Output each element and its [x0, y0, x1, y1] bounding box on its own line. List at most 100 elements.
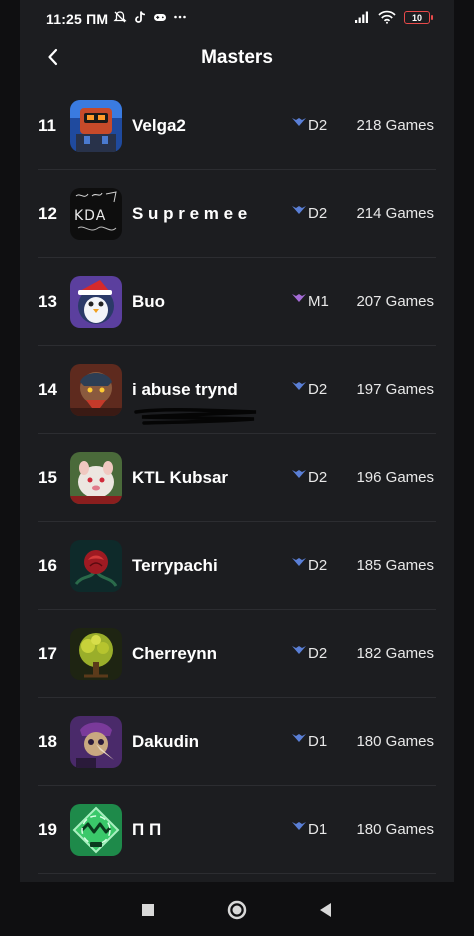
player-name: KTL Kubsar	[132, 468, 229, 487]
player-rank: 14	[38, 380, 57, 399]
player-row[interactable]: 18 Dakudin D1 180 Games	[0, 698, 474, 786]
player-row[interactable]: 19 П П D1 180 Games	[0, 786, 474, 874]
games-count: 214 Games	[356, 205, 434, 222]
player-rank: 15	[38, 468, 57, 487]
header: Masters	[0, 38, 474, 80]
player-name: Terrypachi	[132, 556, 218, 575]
signal-icon	[355, 11, 368, 23]
player-avatar	[70, 276, 122, 328]
svg-text:KDA: KDA	[74, 208, 106, 224]
player-rank: 12	[38, 204, 57, 223]
diamond-rank-icon	[292, 822, 306, 830]
player-tier: D2	[292, 117, 327, 134]
player-tier: D1	[292, 821, 327, 838]
player-name: Velga2	[132, 116, 186, 135]
tier-label: M1	[308, 293, 329, 310]
tier-label: D1	[308, 733, 328, 750]
games-count: 196 Games	[356, 469, 434, 486]
tier-label: D2	[308, 117, 328, 134]
row-divider	[38, 873, 436, 874]
games-count: 185 Games	[356, 557, 434, 574]
games-count: 218 Games	[356, 117, 434, 134]
player-avatar	[70, 452, 122, 504]
home-icon[interactable]	[227, 900, 247, 920]
more-icon	[174, 15, 186, 19]
diamond-rank-icon	[292, 646, 306, 654]
player-avatar	[70, 628, 122, 680]
tiktok-icon	[135, 11, 146, 23]
player-row[interactable]: 14 i abuse trynd D2 197 Games	[0, 346, 474, 434]
player-tier: D2	[292, 557, 327, 574]
player-rank: 17	[38, 644, 57, 663]
status-time: 11:25 ПМ	[46, 11, 109, 27]
player-name: Buo	[132, 292, 166, 311]
games-count: 197 Games	[356, 381, 434, 398]
player-row[interactable]: 16 Terrypachi D2 185 Games	[0, 522, 474, 610]
player-avatar	[70, 804, 122, 856]
tier-label: D2	[308, 469, 328, 486]
player-name: Dakudin	[132, 732, 200, 751]
status-icons-right: 10	[354, 10, 433, 24]
system-nav-bar	[0, 882, 474, 936]
poro-icon	[70, 452, 122, 504]
player-name: i abuse trynd	[132, 380, 238, 399]
warrior-icon	[70, 364, 122, 416]
controller-icon	[154, 14, 166, 21]
diamond-rank-icon	[292, 118, 306, 126]
emblem-icon	[70, 804, 122, 856]
robot-icon	[70, 100, 122, 152]
recent-apps-icon[interactable]	[138, 900, 158, 920]
tier-label: D2	[308, 645, 328, 662]
player-row[interactable]: 13 Buo M1 207 Games	[0, 258, 474, 346]
tree-icon	[70, 628, 122, 680]
games-count: 180 Games	[356, 733, 434, 750]
tier-label: D1	[308, 821, 328, 838]
diamond-rank-icon	[292, 206, 306, 214]
kda-icon: KDA	[70, 188, 122, 240]
page-title: Masters	[201, 47, 273, 68]
player-name: S u p r e m e e	[132, 204, 248, 223]
status-icons-left	[113, 10, 187, 24]
mute-icon	[113, 11, 127, 23]
player-row[interactable]: 17 Cherreynn D2 182 Games	[0, 610, 474, 698]
master-rank-icon	[292, 294, 306, 302]
tier-label: D2	[308, 205, 328, 222]
player-row[interactable]: 12 KDA S u p r e m e e D2 214 Games	[0, 170, 474, 258]
player-avatar	[70, 100, 122, 152]
player-row[interactable]: 15 KTL Kubsar D2 196 Games	[0, 434, 474, 522]
player-avatar	[70, 364, 122, 416]
player-rank: 16	[38, 556, 57, 575]
games-count: 207 Games	[356, 293, 434, 310]
player-tier: D2	[292, 469, 327, 486]
tier-label: D2	[308, 381, 328, 398]
diamond-rank-icon	[292, 734, 306, 742]
plague-doctor-icon	[70, 716, 122, 768]
games-count: 180 Games	[356, 821, 434, 838]
wifi-icon	[378, 10, 396, 24]
tier-label: D2	[308, 557, 328, 574]
penguin-icon	[70, 276, 122, 328]
battery-icon: 10	[404, 10, 433, 24]
rose-icon	[70, 540, 122, 592]
player-rank: 13	[38, 292, 57, 311]
player-row[interactable]: 11 Velga2 D2 218 Games	[0, 82, 474, 170]
player-name: Cherreynn	[132, 644, 218, 663]
player-avatar	[70, 540, 122, 592]
status-bar: 11:25 ПМ 10	[0, 0, 474, 38]
redaction-scribble	[134, 407, 257, 425]
player-tier: D2	[292, 381, 327, 398]
back-icon[interactable]	[316, 900, 336, 920]
diamond-rank-icon	[292, 470, 306, 478]
player-tier: D1	[292, 733, 327, 750]
games-count: 182 Games	[356, 645, 434, 662]
player-tier: D2	[292, 645, 327, 662]
player-rank: 18	[38, 732, 57, 751]
player-avatar	[70, 716, 122, 768]
player-avatar: KDA	[70, 188, 122, 240]
player-rank: 11	[38, 116, 56, 135]
player-tier: M1	[292, 293, 329, 310]
diamond-rank-icon	[292, 382, 306, 390]
diamond-rank-icon	[292, 558, 306, 566]
player-rank: 19	[38, 820, 57, 839]
player-tier: D2	[292, 205, 327, 222]
